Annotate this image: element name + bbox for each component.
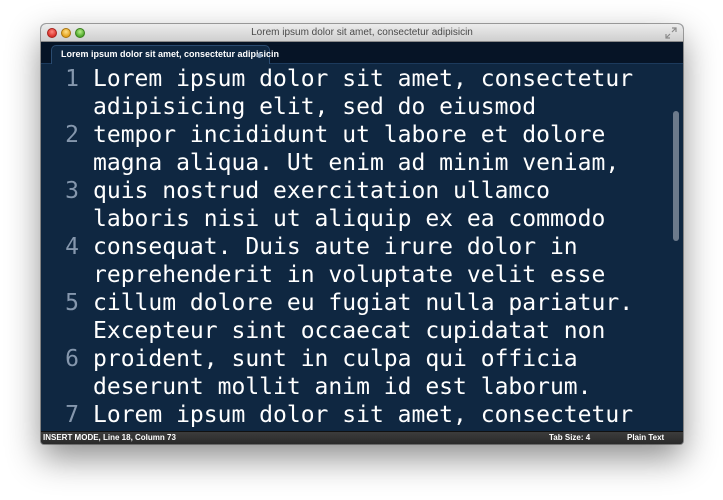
code-line[interactable]: tempor incididunt ut labore et dolore bbox=[93, 121, 605, 149]
fullscreen-icon[interactable] bbox=[665, 27, 677, 39]
editor-area[interactable]: 1 2 3 4 5 6 7 Lorem ipsum dolor sit amet… bbox=[41, 65, 683, 431]
vertical-scrollbar[interactable] bbox=[673, 111, 679, 241]
code-line[interactable]: Excepteur sint occaecat cupidatat non bbox=[93, 317, 605, 345]
tab-document[interactable]: Lorem ipsum dolor sit amet, consectetur … bbox=[51, 45, 279, 64]
status-bar: INSERT MODE, Line 18, Column 73 Tab Size… bbox=[41, 431, 683, 444]
code-line[interactable]: magna aliqua. Ut enim ad minim veniam, bbox=[93, 149, 619, 177]
code-line[interactable]: Lorem ipsum dolor sit amet, consectetur bbox=[93, 65, 633, 93]
code-line[interactable]: deserunt mollit anim id est laborum. bbox=[93, 373, 592, 401]
code-line[interactable]: reprehenderit in voluptate velit esse bbox=[93, 261, 605, 289]
tab-label: Lorem ipsum dolor sit amet, consectetur … bbox=[61, 49, 280, 59]
code-line[interactable]: cillum dolore eu fugiat nulla pariatur. bbox=[93, 289, 633, 317]
line-number: 1 bbox=[65, 66, 79, 92]
editor-window: Lorem ipsum dolor sit amet, consectetur … bbox=[41, 24, 683, 444]
code-line[interactable]: laboris nisi ut aliquip ex ea commodo bbox=[93, 205, 605, 233]
window-title: Lorem ipsum dolor sit amet, consectetur … bbox=[251, 27, 473, 38]
status-mode: INSERT MODE, Line 18, Column 73 bbox=[43, 433, 176, 442]
line-number: 5 bbox=[65, 290, 79, 316]
code-line[interactable]: proident, sunt in culpa qui officia bbox=[93, 345, 578, 373]
line-number: 4 bbox=[65, 234, 79, 260]
line-number: 2 bbox=[65, 122, 79, 148]
code-line[interactable]: quis nostrud exercitation ullamco bbox=[93, 177, 550, 205]
code-line[interactable]: Lorem ipsum dolor sit amet, consectetur bbox=[93, 401, 633, 429]
line-number: 6 bbox=[65, 346, 79, 372]
syntax-selector[interactable]: Plain Text bbox=[627, 432, 664, 444]
code-line[interactable]: adipisicing elit, sed do eiusmod bbox=[93, 93, 536, 121]
tab-bar: Lorem ipsum dolor sit amet, consectetur … bbox=[41, 42, 683, 64]
unsaved-dot-icon[interactable] bbox=[257, 53, 262, 58]
tab-size-selector[interactable]: Tab Size: 4 bbox=[549, 432, 590, 444]
title-bar: Lorem ipsum dolor sit amet, consectetur … bbox=[41, 24, 683, 42]
line-number: 3 bbox=[65, 178, 79, 204]
code-line[interactable]: consequat. Duis aute irure dolor in bbox=[93, 233, 578, 261]
line-number: 7 bbox=[65, 402, 79, 428]
